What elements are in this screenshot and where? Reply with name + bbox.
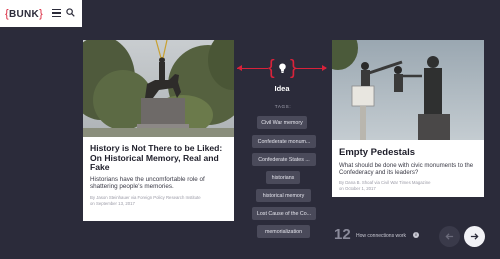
arrow-head-right-icon bbox=[322, 65, 327, 71]
tag-civil-war-memory[interactable]: Civil War memory bbox=[257, 116, 307, 129]
connection-brace-open: { bbox=[268, 57, 275, 79]
tag-historical-memory[interactable]: historical memory bbox=[256, 189, 311, 202]
tag-confederate-states[interactable]: Confederate States ... bbox=[252, 153, 316, 166]
logo-brace-close: } bbox=[39, 7, 44, 20]
tags-heading: TAGS: bbox=[274, 104, 292, 109]
search-icon[interactable] bbox=[66, 8, 75, 17]
arrow-left-icon bbox=[445, 233, 454, 240]
connection-count: 12 bbox=[334, 226, 351, 243]
top-bar: {BUNK} bbox=[0, 0, 82, 27]
connection-brace-close: } bbox=[290, 57, 297, 79]
connection-type-label: Idea bbox=[274, 84, 290, 93]
left-card-description: Historians have the uncomfortable role o… bbox=[90, 175, 205, 191]
logo-text: BUNK bbox=[8, 8, 40, 20]
right-card-date: on October 1, 2017 bbox=[339, 186, 376, 192]
arrow-head-left-icon bbox=[237, 65, 242, 71]
lightbulb-icon bbox=[279, 63, 286, 73]
right-card-description: What should be done with civic monuments… bbox=[339, 161, 474, 176]
right-card-title[interactable]: Empty Pedestals bbox=[339, 147, 478, 159]
right-card-meta: By Dana B. Shoaf via Civil War Times Mag… bbox=[339, 180, 478, 192]
info-icon[interactable]: i bbox=[413, 232, 419, 238]
tag-historians[interactable]: historians bbox=[266, 171, 300, 184]
arrow-right-icon bbox=[470, 233, 479, 240]
next-button[interactable] bbox=[464, 226, 485, 247]
previous-button[interactable] bbox=[439, 226, 460, 247]
tag-confederate-monuments[interactable]: Confederate monum... bbox=[252, 135, 316, 148]
left-card-date: on September 13, 2017 bbox=[90, 200, 135, 206]
tag-memorialization[interactable]: memorialization bbox=[257, 225, 310, 238]
bunk-logo[interactable]: {BUNK} bbox=[5, 8, 43, 20]
statue-photo bbox=[83, 40, 234, 137]
right-article-card[interactable]: Empty Pedestals What should be done with… bbox=[332, 40, 484, 197]
tag-lost-cause[interactable]: Lost Cause of the Co... bbox=[252, 207, 316, 220]
how-connections-work-link[interactable]: How connections work bbox=[356, 233, 406, 239]
pedestal-photo bbox=[332, 40, 484, 140]
left-card-title[interactable]: History is Not There to be Liked: On His… bbox=[90, 143, 228, 173]
left-card-meta: By Jason Steinhauer via Foreign Policy R… bbox=[90, 195, 228, 207]
hamburger-menu-icon[interactable] bbox=[52, 9, 61, 17]
left-article-card[interactable]: History is Not There to be Liked: On His… bbox=[83, 40, 234, 221]
